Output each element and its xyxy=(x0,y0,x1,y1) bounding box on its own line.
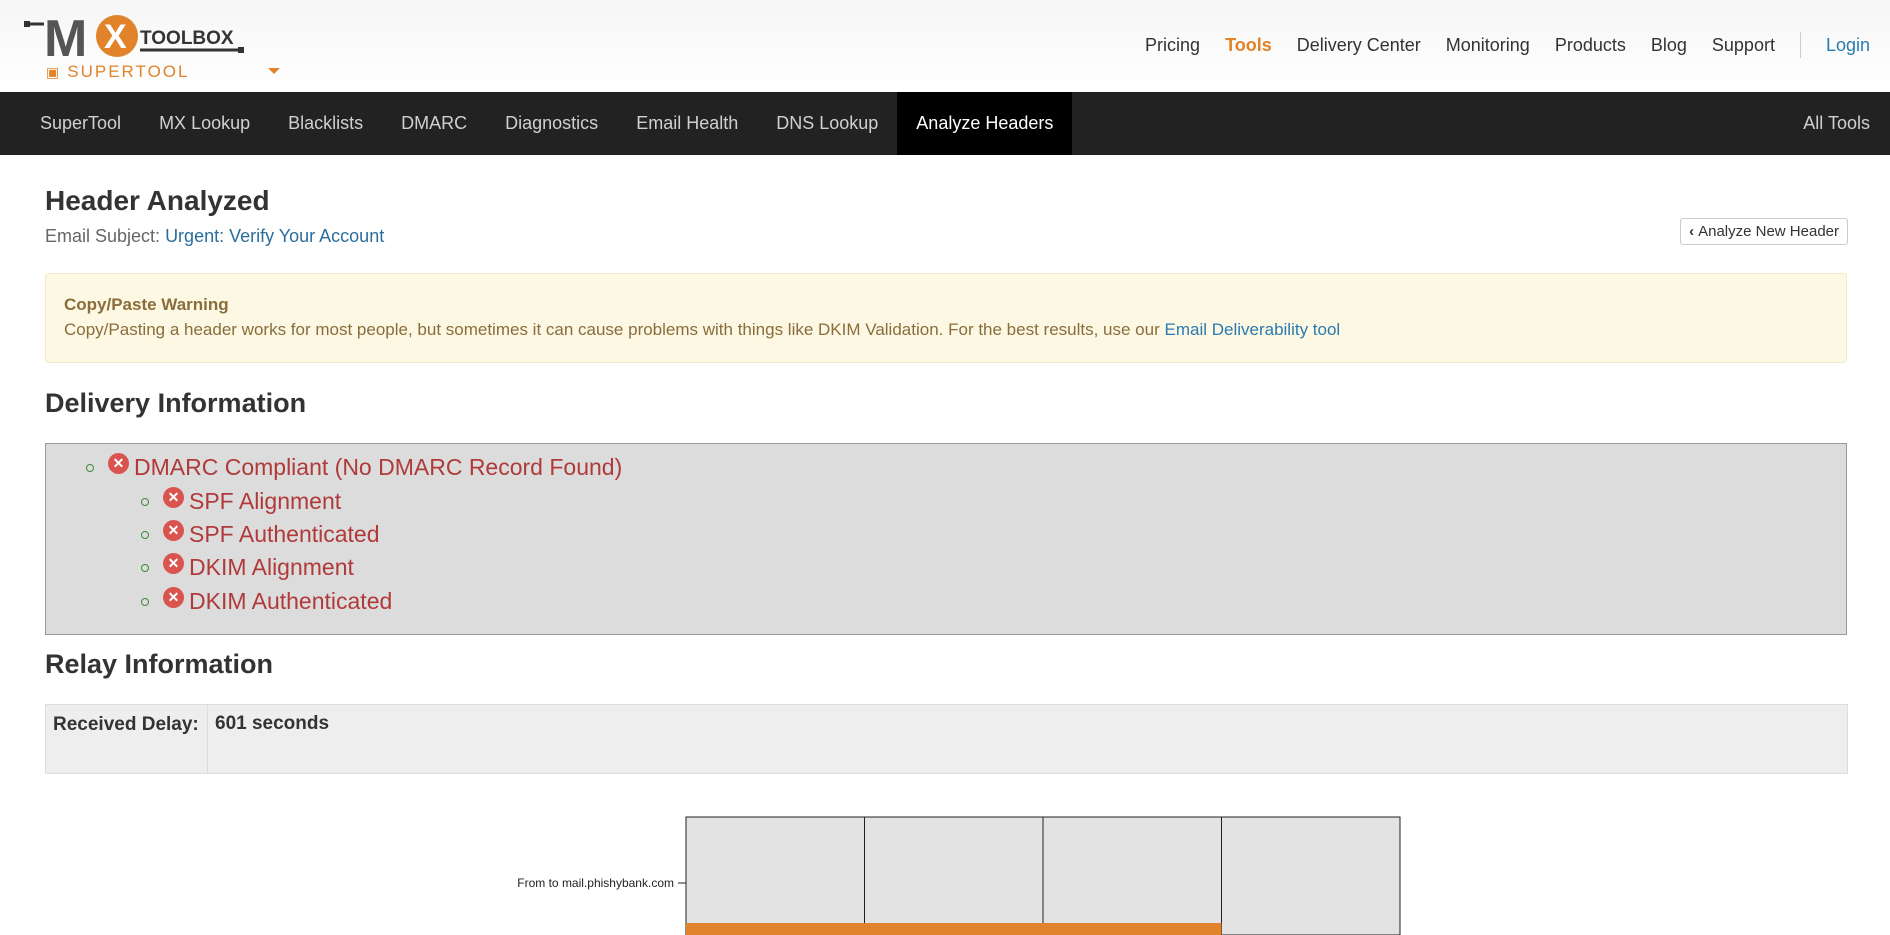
chart-grid-cell xyxy=(685,816,865,935)
tab-all-tools[interactable]: All Tools xyxy=(1784,92,1890,155)
dkim-authenticated-item: ✕ DKIM Authenticated xyxy=(141,587,393,615)
delivery-info-box: ✕ DMARC Compliant (No DMARC Record Found… xyxy=(45,443,1847,635)
bullet-icon xyxy=(141,530,149,539)
page-title: Header Analyzed xyxy=(45,185,270,216)
nav-pricing[interactable]: Pricing xyxy=(1145,35,1200,56)
chart-grid-cell xyxy=(1042,816,1222,935)
chevron-left-icon: ‹ xyxy=(1689,223,1695,240)
tab-dns-lookup[interactable]: DNS Lookup xyxy=(757,92,897,155)
tab-email-health[interactable]: Email Health xyxy=(617,92,757,155)
received-delay-label: Received Delay: xyxy=(46,705,208,773)
nav-delivery-center[interactable]: Delivery Center xyxy=(1297,35,1421,56)
spf-authenticated-item: ✕ SPF Authenticated xyxy=(141,520,380,548)
top-header: M X TOOLBOX ▣ SUPERTOOL Pricing Tools De… xyxy=(0,0,1890,93)
top-nav: Pricing Tools Delivery Center Monitoring… xyxy=(1120,32,1870,58)
bullet-icon xyxy=(86,463,94,472)
fail-x-icon: ✕ xyxy=(163,553,184,574)
svg-text:M: M xyxy=(44,10,87,66)
email-subject: Email Subject: Urgent: Verify Your Accou… xyxy=(45,226,384,247)
tab-analyze-headers[interactable]: Analyze Headers xyxy=(897,92,1073,155)
nav-divider xyxy=(1799,32,1801,58)
dkim-alignment-label: DKIM Alignment xyxy=(189,554,354,580)
analyze-new-header-button[interactable]: ‹ Analyze New Header xyxy=(1680,218,1848,245)
fail-x-icon: ✕ xyxy=(163,520,184,541)
tab-supertool[interactable]: SuperTool xyxy=(0,92,140,155)
spf-alignment-item: ✕ SPF Alignment xyxy=(141,487,342,515)
supertool-menu[interactable]: ▣ SUPERTOOL xyxy=(46,62,280,82)
email-deliverability-link[interactable]: Email Deliverability tool xyxy=(1164,320,1340,339)
nav-products[interactable]: Products xyxy=(1555,35,1626,56)
fail-x-icon: ✕ xyxy=(108,453,129,474)
tab-dmarc[interactable]: DMARC xyxy=(382,92,486,155)
nav-support[interactable]: Support xyxy=(1712,35,1775,56)
fail-x-icon: ✕ xyxy=(163,587,184,608)
nav-blog[interactable]: Blog xyxy=(1651,35,1687,56)
chevron-down-icon xyxy=(268,68,280,74)
relay-table: Received Delay: 601 seconds xyxy=(45,704,1848,774)
bullet-icon xyxy=(141,597,149,606)
dkim-alignment-item: ✕ DKIM Alignment xyxy=(141,553,354,581)
received-delay-value: 601 seconds xyxy=(215,713,330,734)
nav-monitoring[interactable]: Monitoring xyxy=(1446,35,1530,56)
dkim-authenticated-label: DKIM Authenticated xyxy=(189,588,393,614)
warning-body: Copy/Pasting a header works for most peo… xyxy=(64,320,1165,339)
supertool-label: SUPERTOOL xyxy=(67,62,190,81)
warning-title: Copy/Paste Warning xyxy=(64,295,229,314)
tool-nav: SuperTool MX Lookup Blacklists DMARC Dia… xyxy=(0,92,1890,155)
toolbox-icon: ▣ xyxy=(46,63,62,80)
bullet-icon xyxy=(141,563,149,572)
mxtoolbox-logo[interactable]: M X TOOLBOX xyxy=(24,4,244,66)
svg-text:X: X xyxy=(104,18,127,56)
chart-grid-cell xyxy=(864,816,1044,935)
login-link[interactable]: Login xyxy=(1826,35,1870,56)
analyze-new-header-label: Analyze New Header xyxy=(1698,223,1839,240)
spf-alignment-label: SPF Alignment xyxy=(189,488,342,514)
spf-authenticated-label: SPF Authenticated xyxy=(189,521,380,547)
delivery-heading: Delivery Information xyxy=(45,388,307,418)
warning-text: Copy/Pasting a header works for most peo… xyxy=(64,320,1340,340)
relay-heading: Relay Information xyxy=(45,649,274,679)
bullet-icon xyxy=(141,497,149,506)
chart-category-label: From to mail.phishybank.com xyxy=(517,876,674,890)
dmarc-compliance-item: ✕ DMARC Compliant (No DMARC Record Found… xyxy=(86,453,623,481)
subject-label: Email Subject: xyxy=(45,226,166,246)
chart-bar xyxy=(686,923,1222,935)
tab-mx-lookup[interactable]: MX Lookup xyxy=(140,92,269,155)
tab-blacklists[interactable]: Blacklists xyxy=(269,92,382,155)
subject-value: Urgent: Verify Your Account xyxy=(165,226,385,246)
copy-paste-warning: Copy/Paste Warning Copy/Pasting a header… xyxy=(45,273,1847,363)
fail-x-icon: ✕ xyxy=(163,487,184,508)
nav-tools[interactable]: Tools xyxy=(1225,35,1272,56)
logo-text: TOOLBOX xyxy=(140,28,234,49)
dmarc-compliance-label: DMARC Compliant (No DMARC Record Found) xyxy=(134,454,623,480)
tab-diagnostics[interactable]: Diagnostics xyxy=(486,92,617,155)
chart-grid-cell xyxy=(1221,816,1401,935)
